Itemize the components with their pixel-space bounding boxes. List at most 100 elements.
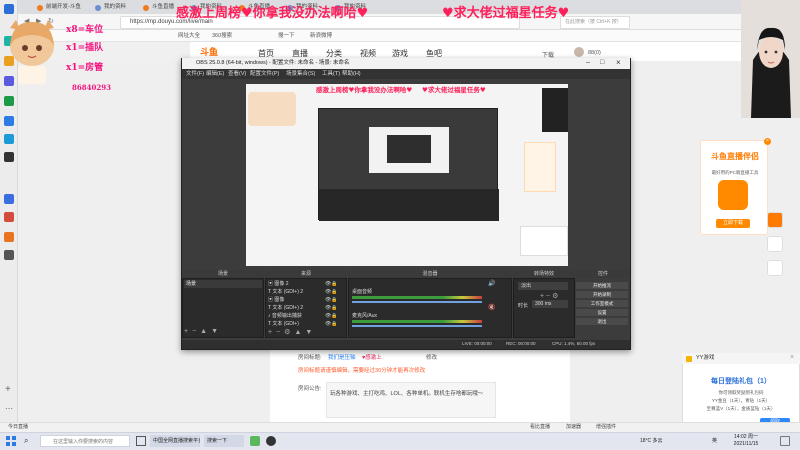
- bookmark-item[interactable]: 搜一下: [278, 31, 295, 41]
- app-icon[interactable]: [4, 194, 14, 204]
- avatar[interactable]: [574, 47, 584, 57]
- close-icon[interactable]: ×: [790, 354, 794, 361]
- add-icon[interactable]: +: [5, 384, 11, 395]
- obs-menu-file[interactable]: 文件(F): [186, 70, 204, 78]
- taskbar-task[interactable]: 中国全网直播搜索平台: [150, 435, 200, 447]
- room-title-label: 房间标题:: [298, 355, 322, 361]
- source-item[interactable]: ♪ 音频输出捕获: [268, 312, 302, 319]
- app-icon[interactable]: [4, 212, 14, 222]
- controls-dock-header: 控件: [576, 270, 630, 278]
- user-name[interactable]: 88(0): [588, 50, 601, 56]
- home-icon[interactable]: [767, 236, 783, 252]
- obs-menu-edit[interactable]: 编辑(E): [206, 70, 224, 78]
- source-name: 图像 2: [274, 281, 289, 287]
- source-item[interactable]: T 文本 (GDI+): [268, 320, 299, 327]
- exit-button[interactable]: 退出: [576, 318, 628, 325]
- close-icon[interactable]: ×: [764, 138, 771, 145]
- scene-controls[interactable]: +−▲▼: [184, 328, 222, 335]
- preview-nested-docks: [319, 189, 499, 221]
- duration-input[interactable]: 300 ms: [532, 300, 568, 308]
- source-item[interactable]: ▣ 图像 2: [268, 280, 289, 287]
- play-icon[interactable]: [767, 212, 783, 228]
- browser-tab[interactable]: 斗鱼直播: [140, 2, 180, 13]
- desktop-audio-slider[interactable]: [352, 301, 482, 303]
- obs-menu-help[interactable]: 帮助(H): [342, 70, 361, 78]
- browser-search-input[interactable]: 在此搜索（按 Ctrl+K 搜）: [560, 16, 630, 29]
- browser-tab[interactable]: 我的资料: [92, 2, 132, 13]
- browser-status-bar: [0, 422, 800, 432]
- expand-icon[interactable]: [767, 260, 783, 276]
- bookmark-item[interactable]: 新浪微博: [310, 31, 332, 41]
- source-item[interactable]: ▣ 图像: [268, 296, 284, 303]
- danmu-line-1: 感激上周榜♥你拿我没办法啊哈♥: [176, 6, 369, 21]
- app-icon[interactable]: [4, 250, 14, 260]
- task-view-icon[interactable]: [136, 436, 146, 446]
- obs-menu-view[interactable]: 查看(V): [228, 70, 246, 78]
- mute-icon[interactable]: 🔇: [488, 304, 495, 311]
- transition-select[interactable]: 淡出: [518, 282, 568, 290]
- browser-tab[interactable]: 前端开发-斗鱼: [34, 2, 90, 13]
- ad-title: 斗鱼直播伴侣: [711, 152, 759, 161]
- obs-menu-tools[interactable]: 工具(T): [322, 70, 340, 78]
- speaker-icon[interactable]: 🔊: [488, 280, 495, 287]
- cpu-fps: CPU: 1.4%, 60.00 fps: [552, 341, 596, 346]
- app-icon[interactable]: [4, 96, 14, 106]
- app-icon[interactable]: [4, 116, 14, 126]
- app-icon[interactable]: [250, 436, 260, 446]
- source-item[interactable]: T 文本 (GDI+) 2: [268, 288, 303, 295]
- status-left[interactable]: 今日直播: [8, 423, 28, 431]
- bookmark-item[interactable]: 360搜索: [212, 31, 232, 41]
- app-icon[interactable]: [4, 232, 14, 242]
- ad-download-button[interactable]: 立即下载: [716, 219, 750, 228]
- minimize-icon[interactable]: –: [586, 59, 590, 66]
- more-icon[interactable]: ⋯: [5, 404, 13, 413]
- room-notice-box[interactable]: [326, 382, 496, 418]
- browser-logo-icon[interactable]: [4, 4, 14, 14]
- start-streaming-button[interactable]: 开始推流: [576, 282, 628, 289]
- title-warning: 房间标题请谨慎编辑，需要经过30分钟才能再次修改: [298, 368, 426, 374]
- douyu-logo[interactable]: 斗鱼: [200, 45, 218, 58]
- search-icon[interactable]: ⌕: [24, 436, 28, 446]
- obs-preview-canvas[interactable]: 感激上周榜♥你拿我没办法啊哈♥ ♥求大佬过福星任务♥: [246, 84, 568, 266]
- obs-app-icon[interactable]: [266, 436, 276, 446]
- yy-popup-title: 每日登陆礼包（1）: [711, 378, 771, 385]
- tab-label: 我的资料: [104, 4, 127, 10]
- windows-start-icon[interactable]: [6, 436, 16, 446]
- mic-audio-slider[interactable]: [352, 325, 482, 327]
- obs-menu-profile[interactable]: 配置文件(P): [250, 70, 279, 78]
- obs-title-bar: OBS 25.0.8 (64-bit, windows) - 配置文件: 未命名…: [182, 58, 630, 69]
- taskbar-search-input[interactable]: 在这里输入你要搜索的内容: [40, 435, 130, 447]
- app-icon[interactable]: [4, 152, 14, 162]
- ime-indicator[interactable]: 英: [712, 437, 717, 444]
- source-controls[interactable]: +−⚙▲▼: [268, 328, 316, 336]
- clock-date: 2021/11/15: [733, 441, 759, 447]
- notification-icon[interactable]: [780, 436, 790, 446]
- yy-popup-header: YY游戏: [682, 353, 800, 364]
- mixer-channel-name: 桌面音频: [352, 289, 373, 295]
- bookmark-item[interactable]: 网址大全: [178, 31, 200, 41]
- status-item[interactable]: 增强插件: [596, 423, 616, 431]
- maximize-icon[interactable]: □: [600, 59, 604, 66]
- settings-button[interactable]: 设置: [576, 309, 628, 316]
- start-recording-button[interactable]: 开始录制: [576, 291, 628, 298]
- weather-text[interactable]: 18°C 多云: [640, 437, 663, 444]
- transition-controls[interactable]: + − ⚙: [540, 292, 558, 300]
- preview-camera: [542, 88, 568, 132]
- studio-mode-button[interactable]: 工作室模式: [576, 300, 628, 307]
- status-item[interactable]: 看比直播: [530, 423, 550, 431]
- preview-mascot: [248, 92, 296, 126]
- mixer-channel-name: 麦克风/Aux: [352, 313, 378, 319]
- app-icon[interactable]: [4, 134, 14, 144]
- obs-menu-scene-collection[interactable]: 场景集合(S): [286, 70, 315, 78]
- status-item[interactable]: 加速器: [566, 423, 581, 431]
- taskbar-clock[interactable]: 14:02 周一 2021/11/15: [726, 434, 766, 448]
- source-item[interactable]: T 文本 (GDI+) 2: [268, 304, 303, 311]
- transitions-dock-header: 转场特效: [513, 270, 575, 278]
- taskbar-task[interactable]: 搜索一下: [204, 435, 244, 447]
- preview-nested-obs: [318, 108, 499, 221]
- scene-item[interactable]: 场景: [184, 280, 262, 288]
- tab-label: 斗鱼直播: [152, 4, 175, 10]
- source-visibility-icons[interactable]: 👁🔒 👁🔒 👁🔒 👁🔒 👁🔒 👁🔒: [325, 280, 338, 328]
- close-icon[interactable]: ×: [616, 58, 621, 67]
- edit-title-link[interactable]: 修改: [426, 353, 437, 361]
